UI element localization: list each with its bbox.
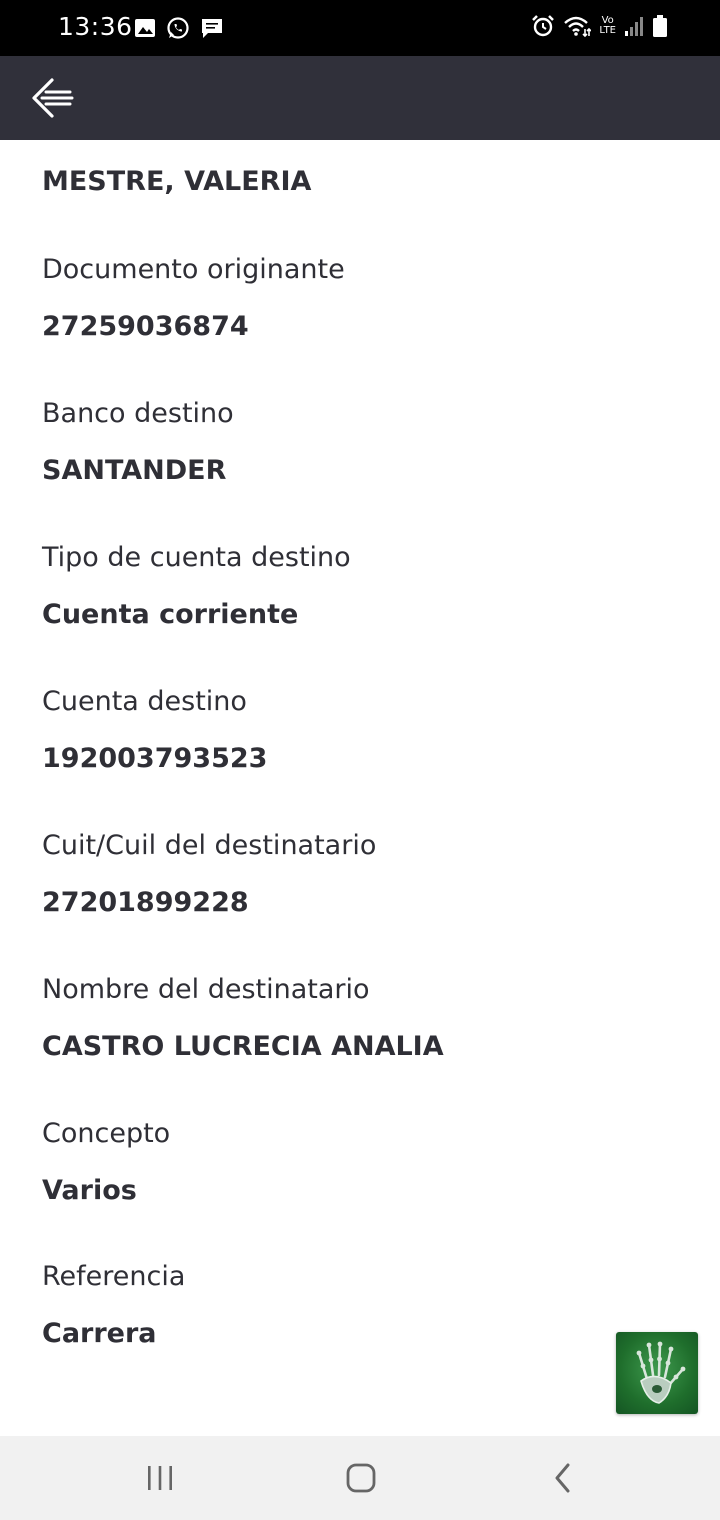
status-time: 13:36 bbox=[58, 12, 133, 41]
image-icon bbox=[134, 17, 156, 39]
field-value: 27259036874 bbox=[42, 311, 249, 342]
field-documento-originante: Documento originante 27259036874 bbox=[42, 250, 682, 347]
back-button[interactable] bbox=[22, 72, 82, 124]
field-label: Referencia bbox=[42, 1261, 186, 1292]
robot-hand-icon bbox=[625, 1339, 689, 1407]
field-tipo-cuenta-destino: Tipo de cuenta destino Cuenta corriente bbox=[42, 538, 682, 635]
field-value: 192003793523 bbox=[42, 743, 268, 774]
field-value: CASTRO LUCRECIA ANALIA bbox=[42, 1031, 444, 1062]
status-right-icons: Vo LTE bbox=[531, 14, 668, 38]
field-label: Nombre del destinatario bbox=[42, 974, 370, 1005]
volte-bottom-text: LTE bbox=[599, 25, 616, 36]
whatsapp-icon bbox=[166, 16, 190, 40]
status-bar: 13:36 Vo LTE bbox=[0, 0, 720, 56]
field-label: Tipo de cuenta destino bbox=[42, 542, 351, 573]
assistant-fab-button[interactable] bbox=[616, 1332, 698, 1414]
field-label: Concepto bbox=[42, 1118, 171, 1149]
field-banco-destino: Banco destino SANTANDER bbox=[42, 394, 682, 491]
field-value: Varios bbox=[42, 1175, 137, 1206]
transfer-details[interactable]: MESTRE, VALERIA Documento originante 272… bbox=[0, 140, 720, 1436]
field-label: Cuit/Cuil del destinatario bbox=[42, 830, 377, 861]
system-nav-bar bbox=[0, 1436, 720, 1520]
field-value: SANTANDER bbox=[42, 455, 227, 486]
alarm-icon bbox=[531, 14, 555, 38]
field-label: Documento originante bbox=[42, 254, 345, 285]
field-nombre-destinatario: Nombre del destinatario CASTRO LUCRECIA … bbox=[42, 970, 682, 1067]
wifi-icon bbox=[563, 14, 592, 38]
battery-icon bbox=[652, 14, 668, 38]
nav-back-button[interactable] bbox=[523, 1456, 603, 1500]
field-originator-name: MESTRE, VALERIA bbox=[42, 162, 682, 202]
recents-button[interactable] bbox=[120, 1456, 200, 1500]
field-referencia: Referencia Carrera bbox=[42, 1257, 682, 1354]
field-label: Banco destino bbox=[42, 398, 234, 429]
app-bar bbox=[0, 56, 720, 140]
signal-icon bbox=[624, 15, 644, 37]
field-cuit-destinatario: Cuit/Cuil del destinatario 27201899228 bbox=[42, 826, 682, 923]
home-button[interactable] bbox=[321, 1456, 401, 1500]
field-value: Cuenta corriente bbox=[42, 599, 299, 630]
field-label: Cuenta destino bbox=[42, 686, 247, 717]
volte-icon: Vo LTE bbox=[599, 16, 616, 36]
field-cuenta-destino: Cuenta destino 192003793523 bbox=[42, 682, 682, 779]
nav-back-icon bbox=[552, 1463, 574, 1493]
back-arrow-icon bbox=[28, 76, 76, 120]
field-value: MESTRE, VALERIA bbox=[42, 166, 312, 197]
field-value: Carrera bbox=[42, 1318, 157, 1349]
home-icon bbox=[345, 1462, 377, 1494]
recents-icon bbox=[145, 1464, 175, 1492]
status-left-icons bbox=[134, 16, 224, 40]
field-concepto: Concepto Varios bbox=[42, 1114, 682, 1211]
message-icon bbox=[200, 17, 224, 39]
field-value: 27201899228 bbox=[42, 887, 249, 918]
